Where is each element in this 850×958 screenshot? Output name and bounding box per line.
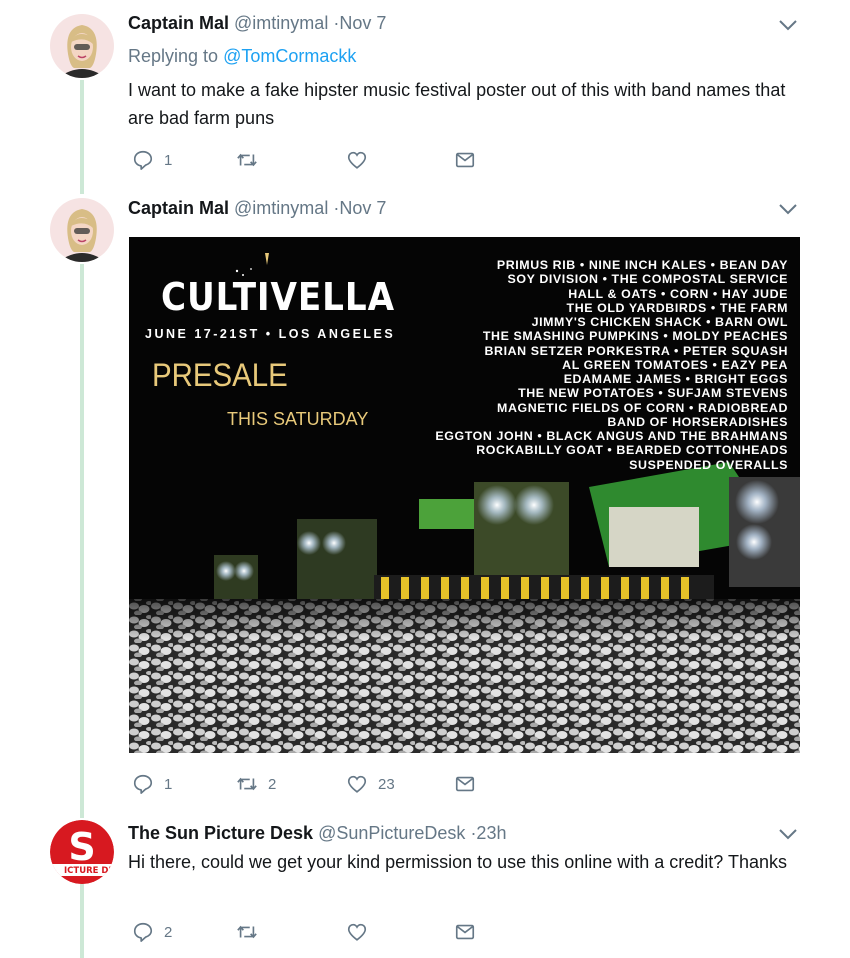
replying-to-label: Replying to bbox=[128, 46, 224, 66]
message-button[interactable] bbox=[454, 772, 476, 796]
reply-count: 1 bbox=[164, 151, 173, 169]
chevron-down-icon[interactable] bbox=[778, 18, 798, 32]
like-icon bbox=[347, 151, 367, 169]
lineup-line: SOY DIVISION • THE COMPOSTAL SERVICE bbox=[507, 272, 788, 287]
avatar[interactable] bbox=[50, 14, 114, 78]
lineup-line: EGGTON JOHN • BLACK ANGUS AND THE BRAHMA… bbox=[435, 429, 788, 443]
author-handle[interactable]: @SunPictureDesk bbox=[318, 823, 465, 843]
like-icon bbox=[347, 775, 367, 793]
timestamp[interactable]: ·Nov 7 bbox=[333, 198, 386, 218]
avatar-letter: S bbox=[68, 825, 95, 869]
retweet-icon bbox=[237, 925, 257, 939]
reply-button[interactable]: 1 bbox=[132, 148, 172, 172]
tweet-text: Hi there, could we get your kind permiss… bbox=[128, 852, 788, 872]
tweet-header: The Sun Picture Desk @SunPictureDesk ·23… bbox=[128, 822, 506, 844]
message-button[interactable] bbox=[454, 920, 476, 944]
reply-count: 2 bbox=[164, 923, 173, 941]
author-name[interactable]: The Sun Picture Desk bbox=[128, 823, 313, 843]
chevron-down-icon[interactable] bbox=[778, 202, 798, 216]
author-name[interactable]: Captain Mal bbox=[128, 198, 229, 218]
thread-line-3 bbox=[80, 882, 84, 958]
lineup-line: JIMMY'S CHICKEN SHACK • BARN OWL bbox=[531, 315, 788, 329]
poster-date: JUNE 17-21ST • LOS ANGELES bbox=[145, 327, 396, 341]
poster-title: CULTIVELLA bbox=[161, 275, 395, 319]
reply-button[interactable]: 2 bbox=[132, 920, 172, 944]
avatar[interactable]: ICTURE DES S bbox=[50, 820, 114, 884]
lineup-line: BAND OF HORSERADISHES bbox=[607, 414, 788, 429]
retweet-icon bbox=[237, 153, 257, 167]
lineup-line: SUSPENDED OVERALLS bbox=[629, 457, 788, 472]
retweet-button[interactable] bbox=[236, 920, 268, 944]
direct-message-icon bbox=[455, 776, 475, 792]
replying-to-link[interactable]: @TomCormackk bbox=[223, 46, 356, 66]
reply-button[interactable]: 1 bbox=[132, 772, 172, 796]
chevron-down-icon[interactable] bbox=[778, 827, 798, 841]
lineup-line: AL GREEN TOMATOES • EAZY PEA bbox=[562, 357, 788, 372]
retweet-button[interactable]: 2 bbox=[236, 772, 276, 796]
lineup-line: ROCKABILLY GOAT • BEARDED COTTONHEADS bbox=[476, 443, 788, 458]
direct-message-icon bbox=[455, 152, 475, 168]
poster-lineup: PRIMUS RIB • NINE INCH KALES • BEAN DAY … bbox=[435, 258, 788, 472]
reply-icon bbox=[133, 150, 153, 170]
lineup-line: THE SMASHING PUMPKINS • MOLDY PEACHES bbox=[482, 329, 788, 344]
retweet-count: 2 bbox=[268, 775, 277, 793]
like-icon bbox=[347, 923, 367, 941]
retweet-icon bbox=[237, 777, 257, 791]
author-handle[interactable]: @imtinymal bbox=[234, 198, 328, 218]
like-button[interactable]: 23 bbox=[346, 772, 395, 796]
lineup-line: BRIAN SETZER PORKESTRA • PETER SQUASH bbox=[484, 343, 788, 358]
thread-line-2 bbox=[80, 264, 84, 818]
tweet-media-image[interactable]: CULTIVELLA JUNE 17-21ST • LOS ANGELES PR… bbox=[129, 237, 800, 753]
lineup-line: EDAMAME JAMES • BRIGHT EGGS bbox=[563, 372, 788, 386]
tweet-header: Captain Mal @imtinymal ·Nov 7 bbox=[128, 197, 386, 219]
like-count: 23 bbox=[378, 775, 395, 793]
reply-count: 1 bbox=[164, 775, 173, 793]
poster-presale: PRESALE bbox=[152, 357, 288, 393]
like-button[interactable] bbox=[346, 920, 378, 944]
like-button[interactable] bbox=[346, 148, 378, 172]
retweet-button[interactable] bbox=[236, 148, 268, 172]
reply-icon bbox=[133, 922, 153, 942]
thread-line-1 bbox=[80, 80, 84, 194]
tweet-header: Captain Mal @imtinymal ·Nov 7 bbox=[128, 12, 386, 34]
direct-message-icon bbox=[455, 924, 475, 940]
message-button[interactable] bbox=[454, 148, 476, 172]
avatar[interactable] bbox=[50, 198, 114, 262]
tweet-text: I want to make a fake hipster music fest… bbox=[128, 80, 786, 128]
timestamp[interactable]: ·Nov 7 bbox=[333, 13, 386, 33]
reply-icon bbox=[133, 774, 153, 794]
lineup-line: THE NEW POTATOES • SUFJAM STEVENS bbox=[518, 386, 788, 401]
poster-saturday: THIS SATURDAY bbox=[227, 409, 369, 429]
lineup-line: HALL & OATS • CORN • HAY JUDE bbox=[568, 286, 788, 301]
lineup-line: THE OLD YARDBIRDS • THE FARM bbox=[566, 300, 788, 315]
lineup-line: PRIMUS RIB • NINE INCH KALES • BEAN DAY bbox=[496, 258, 788, 272]
timestamp[interactable]: ·23h bbox=[470, 823, 506, 843]
lineup-line: MAGNETIC FIELDS OF CORN • RADIOBREAD bbox=[497, 400, 788, 415]
author-name[interactable]: Captain Mal bbox=[128, 13, 229, 33]
author-handle[interactable]: @imtinymal bbox=[234, 13, 328, 33]
replying-to: Replying to @TomCormackk bbox=[128, 46, 356, 67]
